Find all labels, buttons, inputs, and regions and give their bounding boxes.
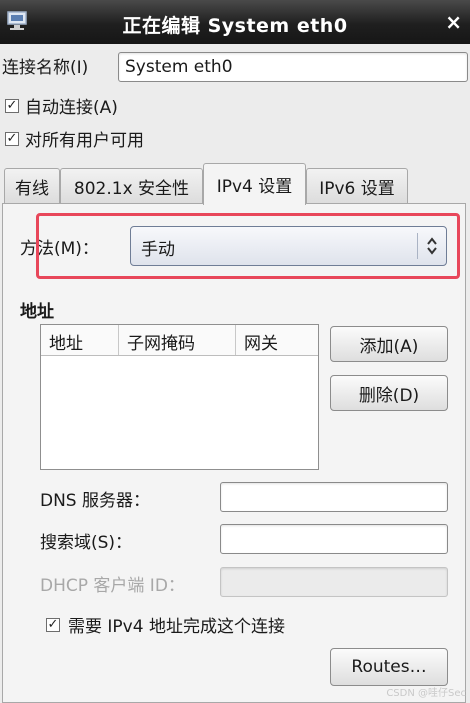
dhcp-client-id-input xyxy=(220,567,448,597)
require-ipv4-checkbox[interactable]: ✓ 需要 IPv4 地址完成这个连接 xyxy=(46,612,285,637)
all-users-label: 对所有用户可用 xyxy=(25,131,144,151)
tab-label: IPv4 设置 xyxy=(216,177,293,197)
close-icon[interactable]: × xyxy=(445,10,462,34)
dns-servers-input[interactable] xyxy=(220,482,448,512)
tab-ipv4-settings[interactable]: IPv4 设置 xyxy=(203,163,306,205)
dhcp-client-id-label: DHCP 客户端 ID： xyxy=(40,576,185,596)
column-header-netmask[interactable]: 子网掩码 xyxy=(119,325,236,355)
auto-connect-label: 自动连接(A) xyxy=(25,98,118,118)
window-title: 正在编辑 System eth0 xyxy=(122,15,348,37)
connection-name-label: 连接名称(I) xyxy=(2,58,89,78)
column-header-gateway[interactable]: 网关 xyxy=(236,325,318,355)
checkmark-icon: ✓ xyxy=(5,98,19,113)
title-bar: 正在编辑 System eth0 × xyxy=(0,0,470,44)
dns-servers-label: DNS 服务器： xyxy=(40,491,151,511)
search-domains-input[interactable] xyxy=(220,524,448,554)
column-header-address[interactable]: 地址 xyxy=(41,325,119,355)
add-address-button[interactable]: 添加(A) xyxy=(330,326,448,362)
tab-ipv6-settings[interactable]: IPv6 设置 xyxy=(306,168,408,204)
checkmark-icon: ✓ xyxy=(46,617,60,632)
tab-wired[interactable]: 有线 xyxy=(4,168,60,204)
all-users-checkbox[interactable]: ✓ 对所有用户可用 xyxy=(5,126,144,151)
tab-8021x-security[interactable]: 802.1x 安全性 xyxy=(60,168,203,204)
table-header-row: 地址 子网掩码 网关 xyxy=(41,325,318,356)
tab-label: 有线 xyxy=(15,179,49,199)
auto-connect-checkbox[interactable]: ✓ 自动连接(A) xyxy=(5,93,118,118)
routes-button[interactable]: Routes… xyxy=(330,648,448,686)
method-highlight-box xyxy=(36,213,460,279)
addresses-heading: 地址 xyxy=(20,302,54,322)
watermark: CSDN @哇仔Sec xyxy=(386,688,466,699)
delete-address-button[interactable]: 删除(D) xyxy=(330,375,448,411)
search-domains-label: 搜索域(S)： xyxy=(40,533,133,553)
tab-label: 802.1x 安全性 xyxy=(73,179,190,199)
require-ipv4-label: 需要 IPv4 地址完成这个连接 xyxy=(68,617,285,637)
tab-label: IPv6 设置 xyxy=(319,179,395,199)
checkmark-icon: ✓ xyxy=(5,131,19,146)
addresses-table[interactable]: 地址 子网掩码 网关 xyxy=(40,324,319,470)
connection-name-input[interactable] xyxy=(118,52,468,82)
